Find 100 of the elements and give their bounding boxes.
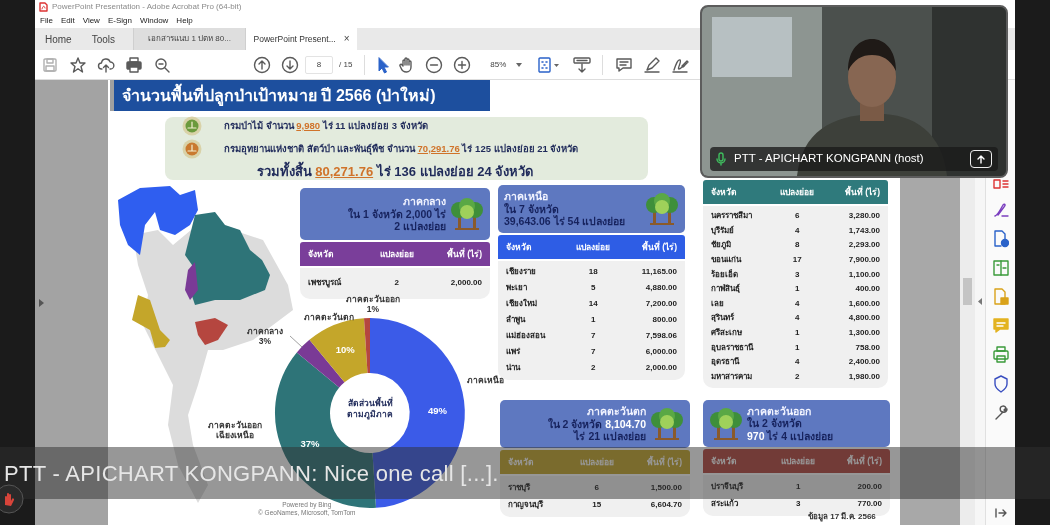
table-cell-text: 7,200.00 <box>644 298 677 310</box>
table-cell-text: 2,293.00 <box>847 239 880 252</box>
table-cell-text: 7 <box>589 346 597 358</box>
total-text: รวมทั้งสิ้น 80,271.76 ไร่ 136 แปลงย่อย 24 จังหวัด <box>256 161 534 181</box>
region-summary: ใน 7 จังหวัด <box>504 202 560 215</box>
table-cell-text: 1,600.00 <box>847 297 880 310</box>
table-cell-text: 18 <box>587 266 599 278</box>
table-cell-text: น่าน <box>506 362 522 374</box>
table-cell-text: 1,300.00 <box>847 327 880 340</box>
page-fit-icon[interactable] <box>536 55 561 74</box>
panel-arrow-icon[interactable] <box>993 507 1008 519</box>
close-button[interactable]: × <box>343 34 350 44</box>
hand-icon[interactable] <box>0 484 24 514</box>
document-tab[interactable]: เอกสารแนบ 1 ปตห 80... <box>133 28 246 50</box>
table-cell-text: แพร่ <box>506 346 521 358</box>
table-cell-text: 2,400.00 <box>847 356 880 369</box>
shield-icon[interactable] <box>992 375 1009 393</box>
star-icon[interactable] <box>69 55 87 74</box>
table-cell-text: 4 <box>793 312 801 325</box>
data-label: 10% <box>335 344 355 356</box>
tray-icon[interactable] <box>572 55 593 74</box>
table-cell-text: 2,000.00 <box>449 277 482 289</box>
table-cell-text: 1 <box>793 341 801 354</box>
document-tab[interactable]: PowerPoint Present... × <box>245 28 358 50</box>
collapse-arrow-icon[interactable] <box>39 298 44 307</box>
table-cell-text: ขอนแก่น <box>711 254 743 267</box>
category-label: ภาคตะวันตก <box>303 312 355 323</box>
table-cell-text: กาฬสินธุ์ <box>711 283 741 296</box>
table-cell-text: ปราจีนบุรี <box>711 480 744 493</box>
column-header: จังหวัด <box>508 455 535 469</box>
table-cell-text: เชียงราย <box>506 266 537 278</box>
zoom-out-icon[interactable] <box>425 55 444 74</box>
table-cell-text: 2,000.00 <box>644 362 677 374</box>
table-cell-text: อุบลราชธานี <box>711 341 755 354</box>
table-cell-text: นครราชสีมา <box>711 210 753 223</box>
region-summary: ใน 2 จังหวัด <box>747 417 803 430</box>
menu-item[interactable]: Help <box>176 15 193 27</box>
column-header: จังหวัด <box>711 185 738 199</box>
nav-tab[interactable]: Tools <box>81 28 126 50</box>
table-cell-text: 6,000.00 <box>644 346 677 358</box>
table-cell-text: 770.00 <box>856 497 882 510</box>
table-cell-text: 3 <box>794 497 802 510</box>
table-cell-text: 2 <box>793 370 801 383</box>
table-cell-text: มหาสารคาม <box>711 370 753 383</box>
comment-icon[interactable] <box>615 55 634 74</box>
menu-item[interactable]: View <box>82 15 100 27</box>
emblem-icon <box>182 115 202 136</box>
table-cell-text: 8 <box>793 239 801 252</box>
pen-icon[interactable] <box>643 55 662 74</box>
zoom-in-icon[interactable] <box>453 55 472 74</box>
column-header: พื้นที่ (ไร่) <box>845 454 882 468</box>
column-header: จังหวัด <box>506 240 533 254</box>
file-add-icon[interactable] <box>992 230 1009 248</box>
table-cell-text: 1,500.00 <box>649 481 682 494</box>
column-header: แปลงย่อย <box>578 455 615 469</box>
table-cell-text: เชียงใหม่ <box>506 298 538 310</box>
table-cell-text: กาญจนบุรี <box>508 498 544 511</box>
scrollbar-thumb[interactable] <box>963 278 972 305</box>
summary-text: กรมอุทยานแห่งชาติ สัตว์ป่า และพันธุ์พืช จำนวน 70,291.76 ไร่ 125 แปลงย่อย 21 จังหวัด <box>224 141 579 156</box>
list-icon[interactable] <box>992 178 1009 190</box>
table-cell-text: 4 <box>793 224 801 237</box>
menu-item[interactable]: Edit <box>60 15 75 27</box>
table-cell-text: 1,743.00 <box>847 224 880 237</box>
table-cell-text: อุดรธานี <box>711 356 741 369</box>
print-icon[interactable] <box>125 55 143 74</box>
table-cell-text: 1,980.00 <box>847 370 880 383</box>
table-cell-text: 6,604.70 <box>649 498 682 511</box>
data-label: 49% <box>428 404 447 416</box>
table-cell-text: 6 <box>793 210 801 223</box>
table-cell-text: 1 <box>793 283 801 296</box>
table-cell-text: ชัยภูมิ <box>711 239 732 252</box>
search-icon[interactable] <box>153 55 171 74</box>
nav-tab[interactable]: Home <box>35 28 82 50</box>
page-number-field[interactable]: 8 <box>305 55 333 74</box>
column-header: จังหวัด <box>711 454 738 468</box>
column-header: พื้นที่ (ไร่) <box>445 247 482 261</box>
chart-title: สัดส่วนพื้นที่ ตามภูมิภาค <box>346 398 394 421</box>
compare-icon[interactable] <box>992 259 1009 277</box>
cloud-upload-icon[interactable] <box>97 55 115 74</box>
slide-title: จำนวนพื้นที่ปลูกป่าเป้าหมาย ปี 2566 (ป่าใหม่) <box>110 80 490 111</box>
pen-icon[interactable] <box>992 201 1009 219</box>
region-summary: 970 ไร่ 4 แปลงย่อย <box>747 429 835 443</box>
data-label: 37% <box>300 437 320 449</box>
region-title: ภาคเหนือ <box>504 190 549 203</box>
table-cell-text: 15 <box>591 498 603 511</box>
region-summary: ใน 1 จังหวัด 2,000 ไร่ <box>347 207 446 221</box>
table-cell-text: ราชบุรี <box>508 481 531 494</box>
table-cell-text: ร้อยเอ็ด <box>711 268 739 281</box>
table-cell-text: 11,165.00 <box>640 266 677 278</box>
page-count: / 15 <box>339 58 353 71</box>
print-icon[interactable] <box>992 346 1009 364</box>
table-cell-text: 6 <box>593 481 600 494</box>
menu-item[interactable]: File <box>40 15 53 27</box>
menu-item[interactable]: E-Sign <box>107 15 132 27</box>
category-label: ภาคตะวันออก 1% <box>346 294 401 315</box>
region-title: ภาคตะวันตก <box>586 405 646 418</box>
menu-item[interactable]: Window <box>139 15 169 27</box>
expand-arrow-icon[interactable] <box>978 298 982 305</box>
expand-button[interactable] <box>970 150 992 168</box>
table-cell-text: 1 <box>793 327 801 340</box>
